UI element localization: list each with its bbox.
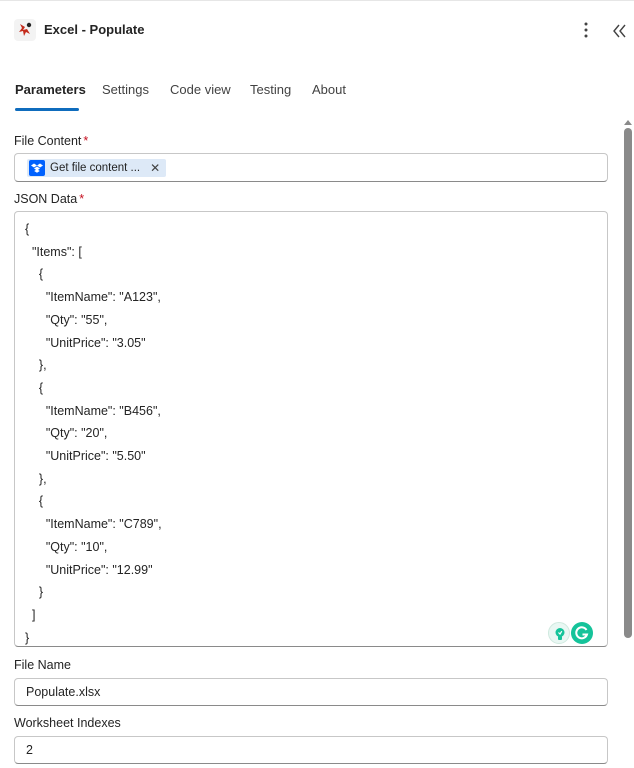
json-line: }, [25,471,47,486]
json-line: "UnitPrice": "3.05" [25,335,146,350]
panel-header: Excel - Populate [0,0,634,62]
json-line: { [25,222,30,236]
grammarly-icon[interactable] [571,622,593,644]
required-marker: * [79,192,85,206]
collapse-panel-button[interactable] [610,21,630,41]
json-line: "ItemName": "B456", [25,403,161,418]
more-vertical-icon [584,22,588,38]
file-content-label: File Content * [14,134,89,148]
json-line: "UnitPrice": "12.99" [25,562,153,577]
scrollbar-thumb[interactable] [624,128,632,638]
json-data-label: JSON Data * [14,192,85,206]
json-line: "ItemName": "A123", [25,290,161,305]
worksheet-indexes-label: Worksheet Indexes [14,716,121,730]
file-name-value: Populate.xlsx [26,685,101,699]
json-line: } [25,585,44,600]
double-chevron-left-icon [613,24,626,38]
json-line: "Qty": "55", [25,312,108,327]
required-marker: * [83,134,89,148]
json-code-lines: { "Items": [ { "ItemName": "A123", "Qty"… [25,218,162,649]
lightbulb-suggestion-icon[interactable] [548,622,570,644]
tab-parameters[interactable]: Parameters [15,82,86,97]
json-data-textarea[interactable]: { "Items": [ { "ItemName": "A123", "Qty"… [14,211,608,647]
app-logo-icon [14,19,36,41]
tab-code-view[interactable]: Code view [170,82,231,97]
json-line: "Items": [ [25,244,82,259]
scroll-up-arrow-icon[interactable] [624,114,632,125]
json-line: } [25,630,30,645]
tab-bar: Parameters Settings Code view Testing Ab… [0,78,634,112]
more-options-button[interactable] [576,19,596,41]
dynamic-content-token[interactable]: Get file content ... ✕ [27,159,167,177]
remove-token-button[interactable]: ✕ [150,162,160,174]
panel-title: Excel - Populate [44,22,145,37]
json-line: "Qty": "20", [25,426,108,441]
json-line: "ItemName": "C789", [25,517,162,532]
json-line: "UnitPrice": "5.50" [25,449,146,464]
json-line: { [25,380,44,395]
json-line: { [25,267,44,282]
json-line: { [25,494,44,509]
tab-settings[interactable]: Settings [102,82,149,97]
json-line: "Qty": "10", [25,539,108,554]
token-label: Get file content ... [50,162,141,174]
file-name-label: File Name [14,658,71,672]
tab-testing[interactable]: Testing [250,82,291,97]
file-name-input[interactable]: Populate.xlsx [14,678,608,706]
active-tab-indicator [15,108,79,111]
worksheet-indexes-value: 2 [26,743,33,757]
dropbox-icon [29,160,45,176]
worksheet-indexes-input[interactable]: 2 [14,736,608,764]
json-line: }, [25,358,47,373]
file-content-field[interactable]: Get file content ... ✕ [14,153,608,182]
tab-about[interactable]: About [312,82,346,97]
json-line: ] [25,607,36,622]
